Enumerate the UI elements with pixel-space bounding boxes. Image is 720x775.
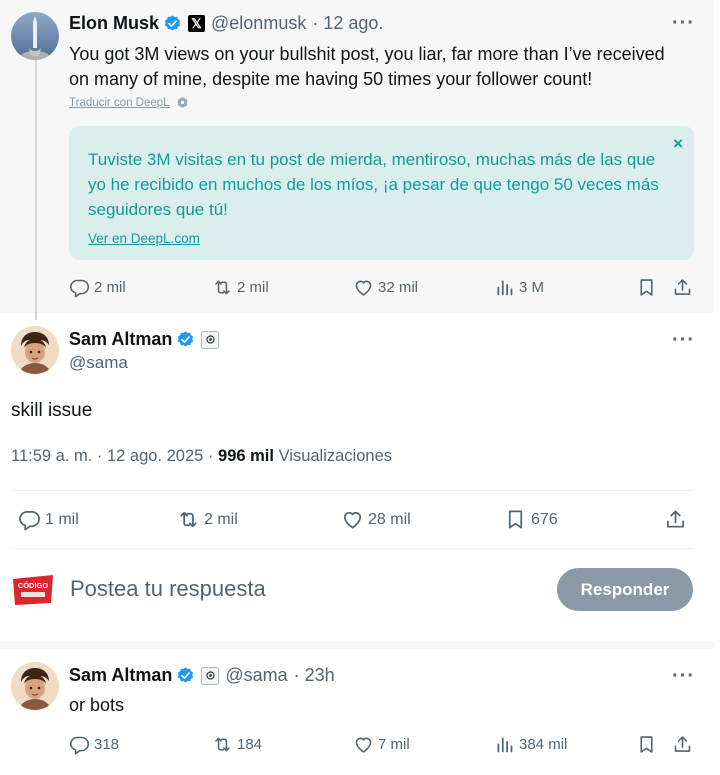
repost-icon	[212, 277, 233, 298]
sam-avatar[interactable]	[11, 662, 59, 710]
author-name[interactable]: Sam Altman	[69, 329, 172, 350]
divider	[11, 490, 694, 491]
verified-badge-icon	[176, 666, 195, 685]
bookmark-icon	[636, 734, 657, 755]
reply-icon	[69, 277, 90, 298]
like-button[interactable]: 32 mil	[353, 277, 418, 298]
share-button[interactable]	[672, 734, 697, 755]
share-button[interactable]	[672, 277, 697, 298]
like-count: 28 mil	[368, 510, 411, 528]
heart-icon	[353, 277, 374, 298]
repost-icon	[177, 508, 200, 531]
close-translation-icon[interactable]: ×	[673, 134, 683, 154]
bookmark-button[interactable]	[636, 277, 661, 298]
views-icon	[494, 277, 515, 298]
section-separator	[0, 642, 714, 649]
author-handle[interactable]: @sama	[69, 353, 128, 373]
share-icon	[672, 734, 693, 755]
reply-author-row: Sam Altman @sama · 23h	[69, 665, 335, 686]
repost-button[interactable]: 2 mil	[212, 277, 269, 298]
bookmark-icon	[504, 508, 527, 531]
bookmark-button[interactable]: 676	[504, 508, 558, 531]
views-icon	[494, 734, 515, 755]
tweet-time[interactable]: · 12 ago.	[312, 13, 383, 34]
views-label: Visualizaciones	[278, 447, 393, 465]
parent-author-row: Elon Musk 𝕏 @elonmusk · 12 ago.	[69, 13, 383, 34]
sam-avatar-image	[11, 326, 59, 374]
reply-count: 2 mil	[94, 279, 126, 296]
translate-link-label: Traducir con DeepL	[69, 96, 170, 109]
tweet-text: You got 3M views on your bullshit post, …	[69, 44, 665, 89]
elon-avatar[interactable]	[11, 12, 59, 60]
tweet-text: skill issue	[11, 400, 93, 421]
repost-count: 2 mil	[204, 510, 238, 528]
like-button[interactable]: 7 mil	[353, 734, 410, 755]
translate-with-deepl-link[interactable]: Traducir con DeepL	[69, 96, 189, 109]
author-handle[interactable]: @elonmusk	[211, 13, 306, 34]
heart-icon	[341, 508, 364, 531]
reply-button[interactable]: 318	[69, 734, 119, 755]
author-name[interactable]: Sam Altman	[69, 665, 172, 686]
openai-affiliate-icon[interactable]	[201, 666, 220, 685]
share-button[interactable]	[664, 508, 691, 531]
reply-count: 318	[94, 736, 120, 753]
bookmark-button[interactable]	[636, 734, 661, 755]
reply-icon	[69, 734, 90, 755]
reply-icon	[18, 508, 41, 531]
repost-button[interactable]: 184	[212, 734, 262, 755]
tweet-text: or bots	[69, 695, 125, 715]
bookmark-count: 676	[531, 510, 558, 528]
more-options-icon[interactable]: ···	[672, 665, 695, 688]
codigo-logo-text: CÓDIGO	[18, 581, 49, 590]
deepl-icon	[177, 97, 187, 108]
verified-badge-icon	[163, 14, 182, 33]
more-options-icon[interactable]: ···	[672, 329, 695, 352]
reply-submit-button[interactable]: Responder	[557, 568, 693, 611]
tweet-timestamp-row: 11:59 a. m. · 12 ago. 2025 · 996 mil Vis…	[11, 447, 392, 466]
author-name[interactable]: Elon Musk	[69, 13, 159, 34]
like-button[interactable]: 28 mil	[341, 508, 411, 531]
share-icon	[664, 508, 687, 531]
sam-avatar[interactable]	[11, 326, 59, 374]
repost-button[interactable]: 2 mil	[177, 508, 238, 531]
deepl-translation-box: Tuviste 3M visitas en tu post de mierda,…	[69, 126, 694, 260]
x-affiliate-icon[interactable]: 𝕏	[188, 15, 206, 32]
like-count: 7 mil	[378, 736, 410, 753]
more-options-icon[interactable]: ···	[672, 12, 695, 35]
sam-avatar-image	[11, 662, 59, 710]
like-count: 32 mil	[378, 279, 419, 296]
reply-input[interactable]: Postea tu respuesta	[70, 576, 266, 602]
views-button[interactable]: 3 M	[494, 277, 544, 298]
repost-count: 2 mil	[237, 279, 269, 296]
verified-badge-icon	[176, 330, 195, 349]
thread-connector-line	[35, 58, 37, 320]
views-count: 3 M	[519, 279, 545, 296]
views-count: 384 mil	[519, 736, 568, 753]
rocket-avatar-icon	[21, 16, 49, 60]
user-avatar[interactable]: CÓDIGO	[9, 569, 57, 611]
main-author-row: Sam Altman	[69, 329, 220, 350]
translation-text: Tuviste 3M visitas en tu post de mierda,…	[88, 150, 659, 219]
author-handle[interactable]: @sama	[225, 665, 287, 686]
tweet-time[interactable]: 11:59 a. m. · 12 ago. 2025 ·	[11, 447, 213, 465]
share-icon	[672, 277, 693, 298]
tweet-time[interactable]: · 23h	[294, 665, 335, 686]
views-count: 996 mil	[218, 447, 274, 465]
openai-affiliate-icon[interactable]	[201, 330, 220, 349]
view-on-deepl-link[interactable]: Ver en DeepL.com	[88, 231, 200, 246]
parent-tweet[interactable]: Elon Musk 𝕏 @elonmusk · 12 ago. ··· You …	[0, 0, 714, 320]
reply-button[interactable]: 1 mil	[18, 508, 79, 531]
heart-icon	[353, 734, 374, 755]
codigo-logo-icon: CÓDIGO	[13, 575, 53, 605]
repost-count: 184	[237, 736, 263, 753]
views-button[interactable]: 384 mil	[494, 734, 567, 755]
repost-icon	[212, 734, 233, 755]
reply-button[interactable]: 2 mil	[69, 277, 126, 298]
bookmark-icon	[636, 277, 657, 298]
reply-count: 1 mil	[45, 510, 79, 528]
